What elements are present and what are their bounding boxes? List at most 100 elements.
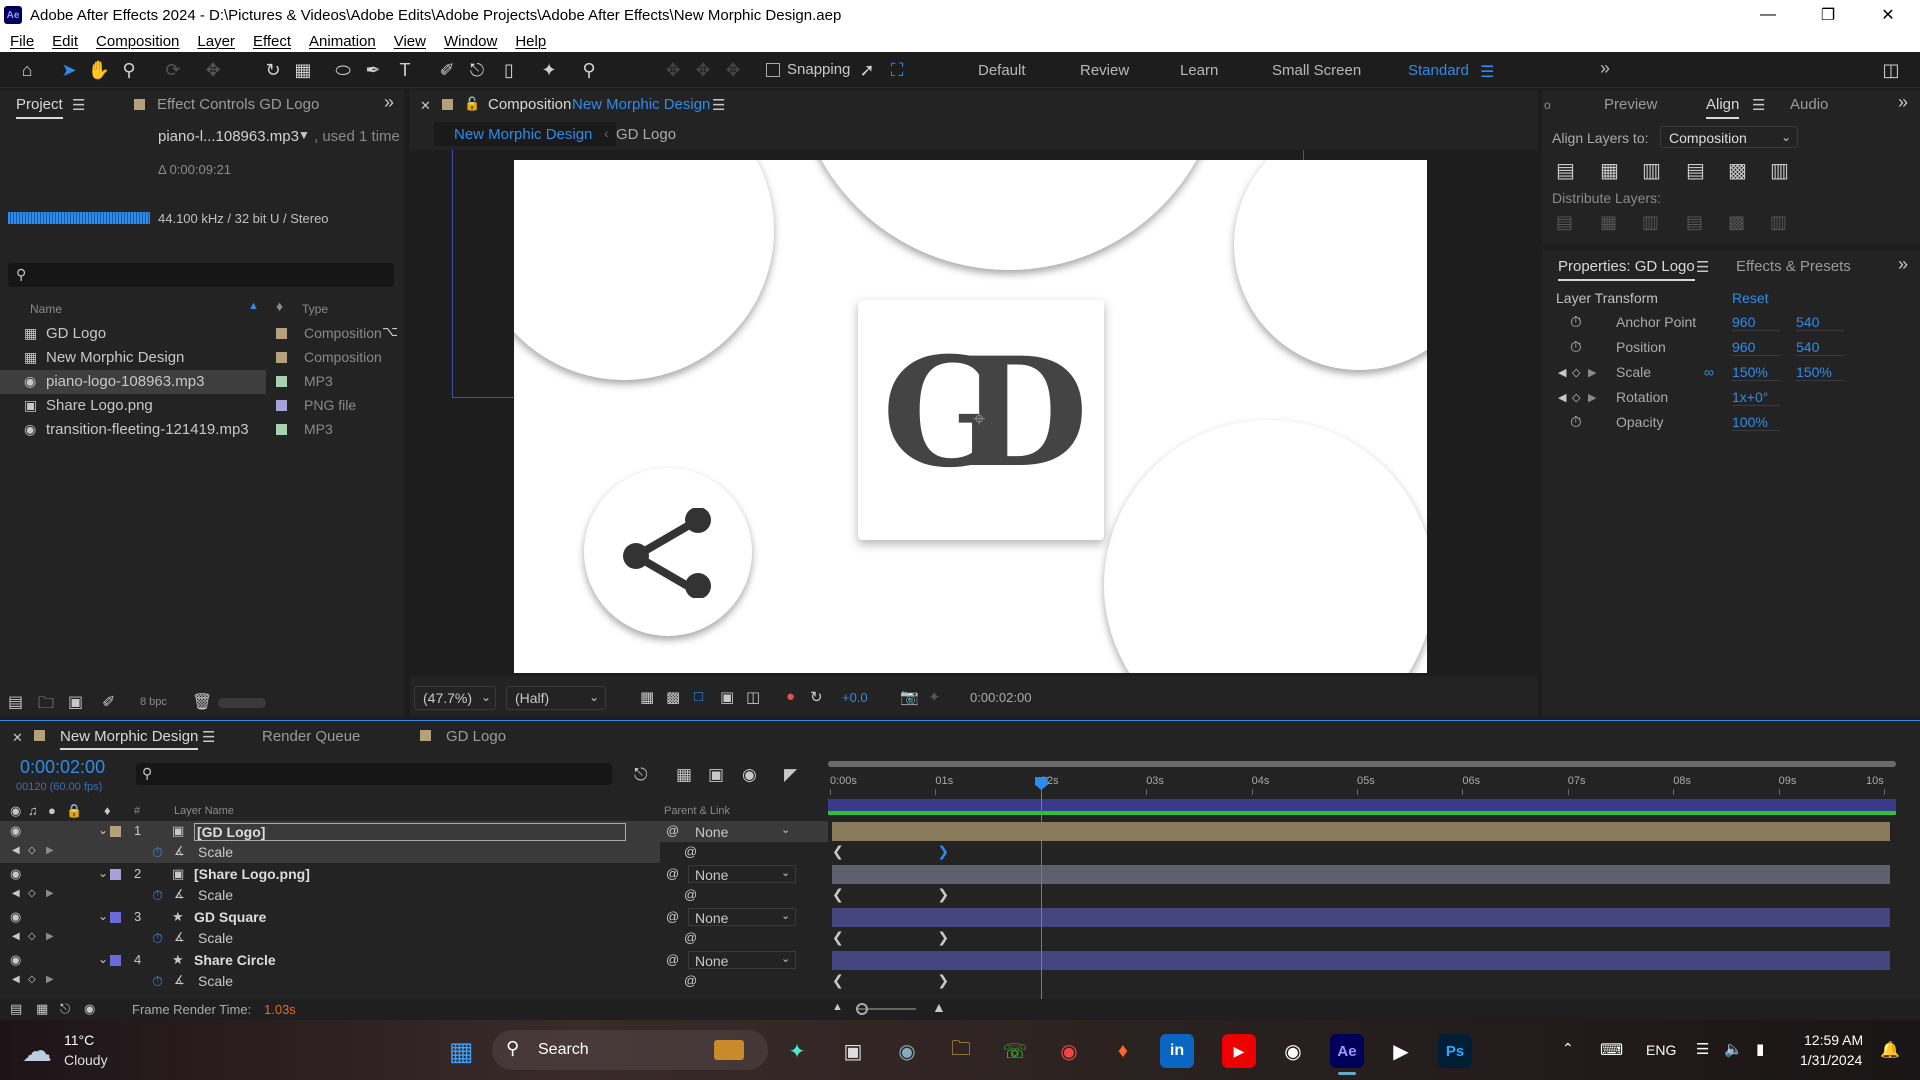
cloudy-weather-icon[interactable]: ☁ <box>22 1034 52 1069</box>
toggle-render-time-icon[interactable]: ◉ <box>84 1001 95 1017</box>
prev-keyframe-icon[interactable]: ◀ <box>12 931 20 942</box>
bit-depth[interactable]: 8 bpc <box>140 696 167 708</box>
copilot-icon[interactable]: ✦ <box>780 1034 814 1068</box>
align-horizontal-center-icon[interactable]: ▦ <box>1600 158 1619 183</box>
anchor-point-icon[interactable]: ⌖ <box>973 406 985 432</box>
panel-expand-icon[interactable]: » <box>1898 92 1908 113</box>
keyframe-end-icon[interactable]: ❯ <box>937 972 949 989</box>
project-item[interactable]: ▦ GD Logo Composition <box>0 322 400 346</box>
stopwatch-icon[interactable]: ⏱ <box>1570 414 1582 431</box>
tab-timeline-comp[interactable]: New Morphic Design <box>60 728 199 750</box>
photoshop-icon[interactable]: Ps <box>1438 1034 1472 1068</box>
layer-row[interactable]: ◉ ⌄ 1 ▣ [GD Logo] @ None ⌄ <box>0 821 828 842</box>
clone-stamp-tool-icon[interactable]: ⎋ <box>464 57 490 83</box>
twirl-down-icon[interactable]: ⌄ <box>98 866 108 880</box>
selection-tool-icon[interactable]: ➤ <box>56 57 82 83</box>
graph-editor-icon[interactable]: ◤ <box>784 765 797 785</box>
layer-row[interactable]: ◉ ⌄ 4 ★ Share Circle @ None ⌄ <box>0 950 828 971</box>
layer-label-chip[interactable] <box>110 826 121 837</box>
layer-name-header[interactable]: Layer Name <box>174 805 234 817</box>
menu-file[interactable]: File <box>6 33 38 50</box>
axis-world-icon[interactable]: ✥ <box>690 57 716 83</box>
playhead[interactable] <box>1034 777 1048 999</box>
distribute-right-icon[interactable]: ▥ <box>1770 212 1787 233</box>
snapshot-camera-icon[interactable]: 📷 <box>900 688 919 706</box>
pan-tool-icon[interactable]: ✥ <box>200 57 226 83</box>
weather-temp[interactable]: 11°C <box>64 1032 94 1048</box>
work-area-range[interactable] <box>828 761 1896 767</box>
exposure-value[interactable]: +0.0 <box>842 690 868 705</box>
roto-brush-tool-icon[interactable]: ✦ <box>536 57 562 83</box>
linkedin-icon[interactable]: in <box>1160 1034 1194 1068</box>
puppet-pin-tool-icon[interactable]: ⚲ <box>576 57 602 83</box>
layer-label-chip[interactable] <box>110 912 121 923</box>
close-tab-icon[interactable]: ✕ <box>420 98 431 114</box>
label-tag-icon[interactable]: ♦ <box>276 298 283 314</box>
timeline-search-input[interactable]: ⚲ <box>136 763 612 785</box>
keyframe-start-icon[interactable]: ❮ <box>832 886 844 903</box>
property-row[interactable]: ◀ ◇ ▶ ⏱ ∡ Scale @ <box>0 928 828 949</box>
tab-effects-presets[interactable]: Effects & Presets <box>1736 258 1851 275</box>
align-to-dropdown[interactable]: Composition ⌄ <box>1660 126 1798 148</box>
menu-animation[interactable]: Animation <box>305 33 380 50</box>
zoom-slider-handle[interactable] <box>856 1003 868 1015</box>
workspace-default[interactable]: Default <box>978 62 1026 79</box>
menu-layer[interactable]: Layer <box>193 33 239 50</box>
expression-pick-whip-icon[interactable]: @ <box>684 844 697 859</box>
toggle-modes-icon[interactable]: ▦ <box>36 1001 48 1017</box>
timeline-menu-icon[interactable]: ☰ <box>202 728 215 746</box>
close-tab-icon[interactable]: ✕ <box>12 730 23 746</box>
interpret-footage-icon[interactable]: ▤ <box>8 692 23 712</box>
tab-audio[interactable]: Audio <box>1790 96 1828 113</box>
lock-icon[interactable]: 🔒 <box>66 803 82 819</box>
keyframe-start-icon[interactable]: ❮ <box>832 843 844 860</box>
windows-start-icon[interactable]: ▦ <box>444 1034 478 1068</box>
keyframe-start-icon[interactable]: ❮ <box>832 929 844 946</box>
property-row[interactable]: ◀ ◇ ▶ ⏱ ∡ Scale @ <box>0 885 828 906</box>
chevron-down-icon[interactable]: ▼ <box>298 128 310 142</box>
fast-previews-icon[interactable]: ▦ <box>640 688 654 706</box>
work-area-bar[interactable] <box>828 761 1896 767</box>
grid-guides-icon[interactable]: ◫ <box>746 688 760 706</box>
orbit-tool-icon[interactable]: ⟳ <box>160 57 186 83</box>
layer-name[interactable]: Share Circle <box>194 952 276 968</box>
brush-tool-icon[interactable]: ✐ <box>434 57 460 83</box>
next-keyframe-icon[interactable]: ▶ <box>46 931 54 942</box>
task-view-icon[interactable]: ▣ <box>836 1034 870 1068</box>
panel-expand-icon[interactable]: » <box>1898 254 1908 275</box>
expression-pick-whip-icon[interactable]: @ <box>684 973 697 988</box>
align-vertical-center-icon[interactable]: ▩ <box>1728 158 1747 183</box>
sort-ascending-icon[interactable]: ▲ <box>248 300 259 312</box>
zoom-in-icon[interactable]: ▲ <box>932 999 946 1015</box>
restore-button[interactable]: ❐ <box>1800 0 1856 30</box>
show-hidden-icons-icon[interactable]: ⌃ <box>1562 1040 1574 1057</box>
keyframe-start-icon[interactable]: ❮ <box>832 972 844 989</box>
keyboard-icon[interactable]: ⌨ <box>1600 1040 1623 1060</box>
solo-icon[interactable]: ● <box>48 803 56 818</box>
clock-time[interactable]: 12:59 AM <box>1804 1032 1863 1048</box>
prev-keyframe-icon[interactable]: ◀ <box>12 845 20 856</box>
thumbnail-slider[interactable] <box>218 698 266 708</box>
breadcrumb-gd-logo[interactable]: GD Logo <box>616 126 676 143</box>
workspace-standard[interactable]: Standard <box>1408 62 1469 79</box>
graph-icon[interactable]: ∡ <box>174 930 185 944</box>
wifi-icon[interactable]: ☰ <box>1696 1040 1709 1058</box>
menu-view[interactable]: View <box>390 33 430 50</box>
keyframe-end-icon[interactable]: ❯ <box>937 843 949 860</box>
zoom-out-icon[interactable]: ▲ <box>832 1001 843 1013</box>
prev-keyframe-icon[interactable]: ◀ <box>12 974 20 985</box>
menu-window[interactable]: Window <box>440 33 501 50</box>
tab-render-queue[interactable]: Render Queue <box>262 728 360 745</box>
property-value-2[interactable]: 540 <box>1796 314 1844 331</box>
whatsapp-icon[interactable]: ☏ <box>998 1034 1032 1068</box>
new-folder-icon[interactable]: 🗀 <box>38 692 54 719</box>
ellipse-tool-icon[interactable]: ⬭ <box>330 57 356 83</box>
prev-keyframe-icon[interactable]: ◀ <box>1558 391 1566 404</box>
brave-icon[interactable]: ♦ <box>1106 1034 1140 1068</box>
draft-3d-icon[interactable]: ▦ <box>676 765 692 785</box>
region-of-interest-icon[interactable]: ▣ <box>720 688 734 706</box>
panel-expand-icon[interactable]: » <box>384 92 394 113</box>
mask-visibility-icon[interactable]: □ <box>694 688 703 705</box>
pick-whip-icon[interactable]: @ <box>666 823 679 838</box>
add-keyframe-icon[interactable]: ◇ <box>28 845 36 856</box>
